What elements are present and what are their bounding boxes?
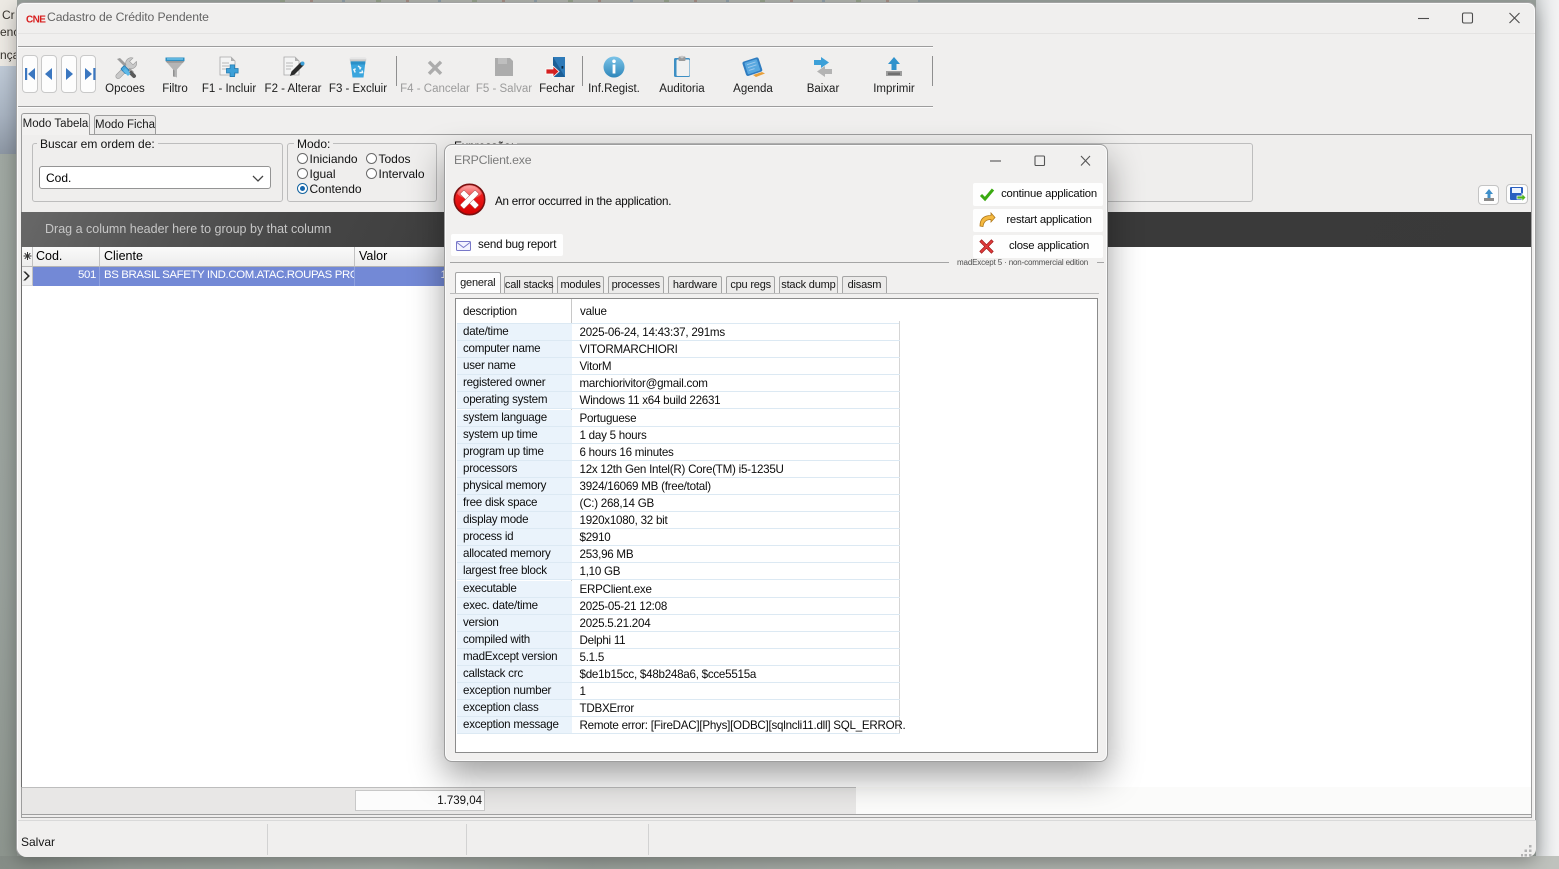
svg-text:CNE: CNE — [26, 15, 46, 26]
